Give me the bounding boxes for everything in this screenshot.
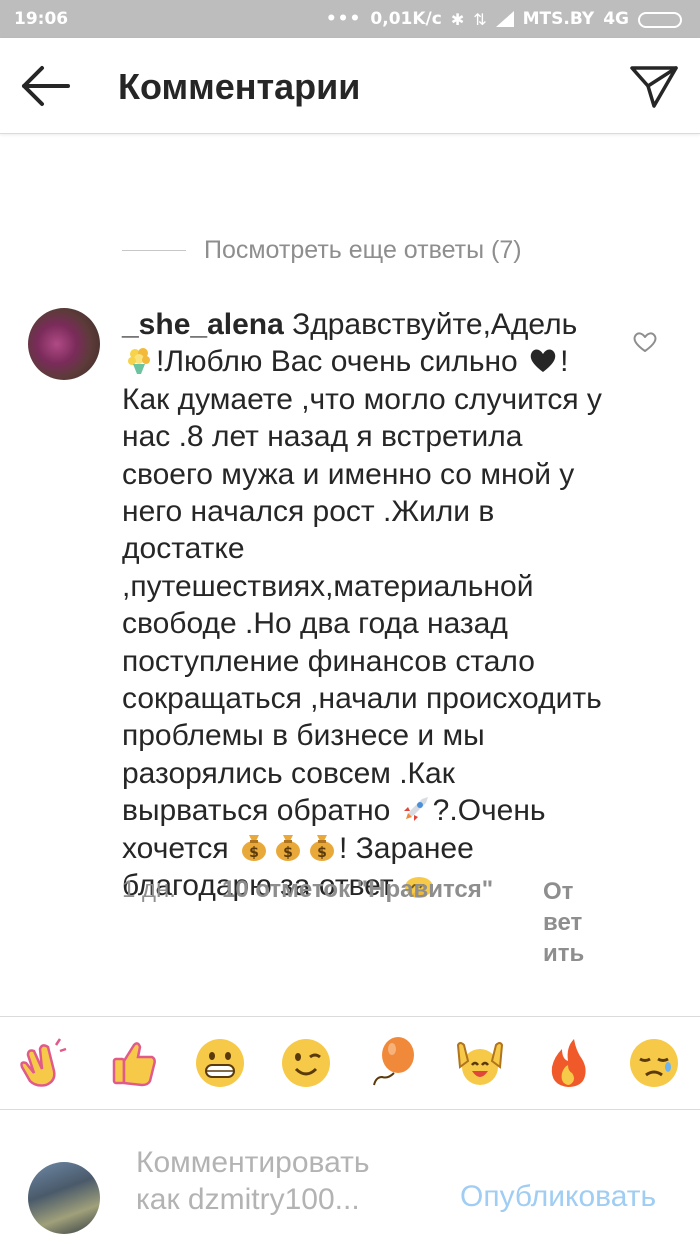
heart-icon (530, 349, 556, 373)
svg-text:$: $ (317, 845, 327, 861)
reply-button[interactable]: Ответить (543, 876, 585, 1018)
grinning-face-icon[interactable] (194, 1037, 246, 1089)
view-more-replies-link[interactable]: Посмотреть еще ответы (7) (122, 236, 522, 265)
page-title: Комментарии (118, 66, 361, 107)
rocket-icon (403, 797, 428, 822)
svg-text:$: $ (283, 845, 293, 861)
status-indicators: ••• 0,01K/c ✱ ⇅ MTS.BY 4G (326, 9, 682, 29)
money-bag-icon: $ (276, 834, 300, 861)
bluetooth-icon: ✱ (450, 9, 465, 29)
clapping-hands-icon[interactable] (16, 1037, 68, 1089)
comment-text-part: !Люблю Вас очень сильно (156, 345, 527, 379)
svg-text:$: $ (249, 845, 259, 861)
publish-button[interactable]: Опубликовать (460, 1180, 656, 1214)
comment-input-placeholder-line1: Комментировать (136, 1146, 370, 1179)
comment-text: _she_alena Здравствуйте,Адель !Люблю Вас… (122, 306, 606, 905)
fire-icon[interactable] (542, 1037, 594, 1089)
quick-emoji-bar (0, 1016, 700, 1110)
direct-message-button[interactable] (628, 62, 680, 110)
network-speed: 0,01K/c (370, 9, 442, 29)
comment-text-part: ! Как думаете ,что могло случится у нас … (122, 345, 602, 828)
divider-line (122, 250, 186, 251)
heart-outline-icon (633, 332, 657, 352)
network-type: 4G (603, 9, 629, 29)
signal-icon (495, 11, 514, 27)
balloon-icon[interactable] (368, 1037, 420, 1089)
money-bag-icon: $ (310, 834, 334, 861)
commenter-avatar[interactable] (28, 308, 100, 380)
header: Комментарии (0, 38, 700, 134)
comment-time: 1 дн. (122, 876, 176, 903)
notification-dots: ••• (325, 9, 362, 29)
money-bag-icon: $ (242, 834, 266, 861)
like-comment-button[interactable] (632, 330, 658, 354)
winking-face-icon[interactable] (280, 1037, 332, 1089)
status-bar: 19:06 ••• 0,01K/c ✱ ⇅ MTS.BY 4G (0, 0, 700, 38)
sad-face-icon[interactable] (628, 1037, 680, 1089)
carrier-name: MTS.BY (522, 9, 595, 29)
raised-hands-icon[interactable] (454, 1037, 506, 1089)
paper-plane-icon (630, 66, 678, 108)
comment-input[interactable]: Комментировать как dzmitry100... (136, 1144, 436, 1218)
view-more-replies-label: Посмотреть еще ответы (7) (204, 236, 522, 264)
comment-input-placeholder-line2: как dzmitry100... (136, 1183, 360, 1216)
vibrate-icon: ⇅ (473, 9, 487, 29)
status-time: 19:06 (14, 9, 69, 29)
comment-username[interactable]: _she_alena (122, 308, 284, 341)
comment-likes-count[interactable]: 10 отметок "Нравится" (222, 876, 493, 904)
arrow-left-icon (22, 66, 70, 106)
bouquet-icon (128, 348, 150, 375)
current-user-avatar (28, 1162, 100, 1234)
comment-text-part: Здравствуйте,Адель (283, 308, 578, 341)
battery-icon (638, 12, 682, 28)
back-button[interactable] (20, 64, 72, 108)
thumbs-up-icon[interactable] (108, 1037, 160, 1089)
